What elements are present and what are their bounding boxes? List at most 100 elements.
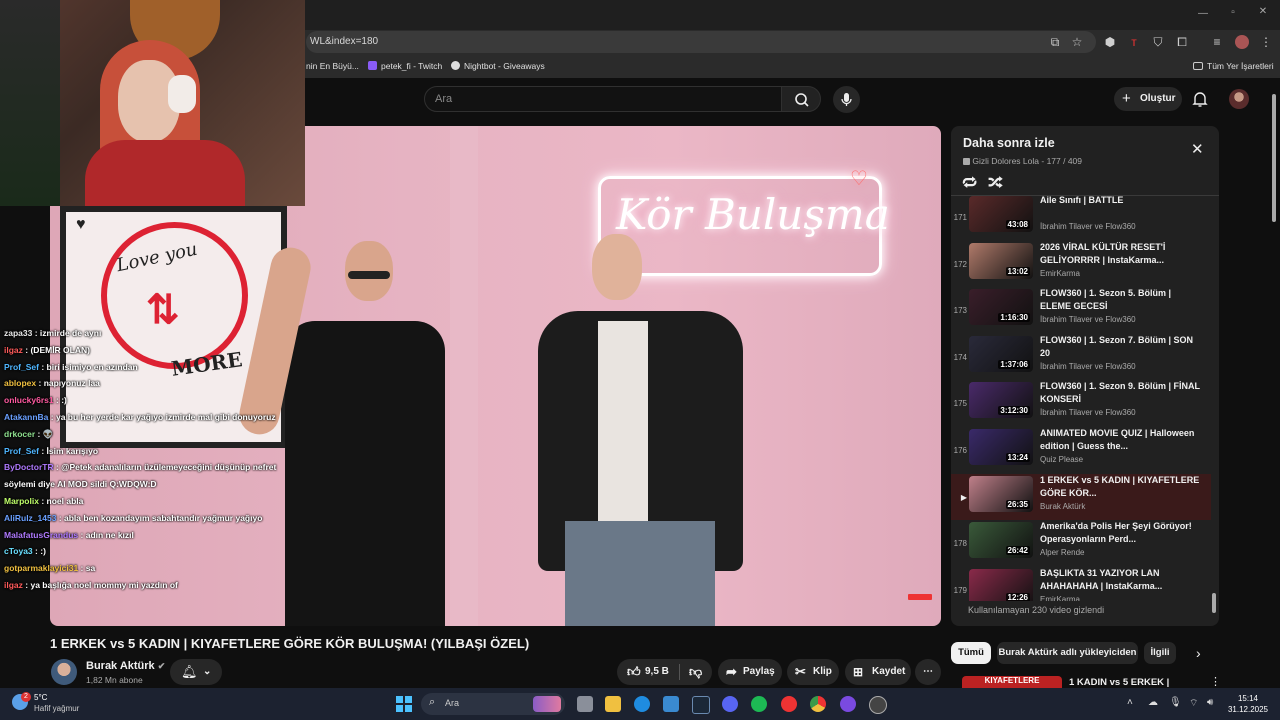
discord-icon[interactable] — [722, 696, 738, 712]
playlist-item-title[interactable]: 2026 VİRAL KÜLTÜR RESET'İ GELİYORRRR | I… — [1040, 241, 1200, 267]
chip-from-uploader[interactable]: Burak Aktürk adlı yükleyiciden — [997, 642, 1138, 664]
bookmark-item-nightbot[interactable]: Nightbot - Giveaways — [451, 61, 545, 71]
playlist-item-title[interactable]: Aile Sınıfı | BATTLE — [1040, 196, 1200, 207]
playlist-item-title[interactable]: FLOW360 | 1. Sezon 7. Bölüm | SON 20 — [1040, 334, 1200, 360]
playlist-thumbnail[interactable]: 13:24 — [969, 429, 1033, 465]
chat-username[interactable]: AliRulz_1453 — [4, 513, 56, 523]
weather-temp[interactable]: 5°C — [34, 693, 47, 702]
clock-time[interactable]: 15:14 — [1229, 694, 1267, 703]
chip-related[interactable]: İlgili — [1144, 642, 1176, 664]
playlist-item-title[interactable]: BAŞLIKTA 31 YAZIYOR LAN AHAHAHAHA | Inst… — [1040, 567, 1200, 593]
maximize-icon[interactable]: ▫ — [1226, 7, 1240, 18]
channel-name[interactable]: Burak Aktürk ✔ — [86, 660, 165, 672]
clip-button[interactable]: ✂ Klip — [787, 659, 839, 685]
chevron-right-icon[interactable]: › — [1196, 645, 1201, 661]
close-window-icon[interactable]: ✕ — [1256, 6, 1270, 17]
playlist-thumbnail[interactable]: 12:26 — [969, 568, 1033, 601]
url-field[interactable]: WL&index=180 — [306, 31, 1096, 53]
loop-icon[interactable]: 🔁︎ — [962, 172, 977, 194]
weather-description[interactable]: Hafif yağmur — [34, 704, 79, 713]
spotify-icon[interactable] — [751, 696, 767, 712]
chat-username[interactable]: ilgaz — [4, 580, 23, 590]
page-scrollbar[interactable] — [1271, 90, 1277, 688]
chat-username[interactable]: AtakannBa — [4, 412, 48, 422]
taskbar-search[interactable]: ⌕ Ara — [421, 693, 565, 715]
playlist-thumbnail[interactable]: 43:08 — [969, 196, 1033, 232]
playlist-thumbnail[interactable]: 26:42 — [969, 522, 1033, 559]
playlist-item-title[interactable]: 1 ERKEK vs 5 KADIN | KIYAFETLERE GÖRE KÖ… — [1040, 474, 1200, 500]
chat-username[interactable]: ablopex — [4, 378, 36, 388]
channel-avatar[interactable] — [51, 659, 77, 685]
extension-guard-icon[interactable]: ⛉ — [1150, 35, 1166, 49]
bookmark-item[interactable]: nin En Büyü... — [306, 61, 359, 71]
chat-username[interactable]: onlucky6rs1 — [4, 395, 54, 405]
playlist-item[interactable]: 173 1:16:30 FLOW360 | 1. Sezon 5. Bölüm | … — [951, 287, 1211, 333]
playlist-thumbnail[interactable]: 1:16:30 — [969, 289, 1033, 326]
chat-username[interactable]: drkocer — [4, 429, 35, 439]
notifications-button[interactable] — [1190, 89, 1210, 109]
playlist-item[interactable]: ▶ 26:35 1 ERKEK vs 5 KADIN | KIYAFETLERE G… — [951, 473, 1211, 520]
extension-red-icon[interactable]: ᴛ — [1126, 35, 1142, 49]
cast-icon[interactable]: ⧉ — [1047, 35, 1063, 49]
chip-all[interactable]: Tümü — [951, 642, 991, 664]
cloud-icon[interactable]: ☁ — [1148, 697, 1158, 708]
volume-icon[interactable]: 🔊︎ — [1207, 697, 1213, 708]
chat-username[interactable]: Prof_Sef — [4, 446, 39, 456]
reading-list-icon[interactable]: ≡ — [1209, 35, 1225, 49]
browser-menu-icon[interactable]: ⋮ — [1258, 35, 1274, 49]
close-playlist-icon[interactable]: ✕ — [1191, 140, 1204, 158]
recommendation-menu-icon[interactable]: ⋮ — [1210, 675, 1221, 688]
tray-chevron-icon[interactable]: ˄ — [1127, 697, 1133, 708]
playlist-item[interactable]: 172 13:02 2026 VİRAL KÜLTÜR RESET'İ GELİYO… — [951, 241, 1211, 287]
extension-shield-icon[interactable]: ⬢ — [1102, 35, 1118, 49]
steam-icon[interactable] — [692, 696, 710, 714]
windows-start-icon[interactable] — [396, 696, 412, 712]
shuffle-icon[interactable]: 🔀︎ — [988, 172, 1003, 194]
minimize-icon[interactable]: — — [1196, 8, 1210, 19]
microphone-tray-icon[interactable]: 🎙︎ — [1169, 697, 1182, 708]
playlist-thumbnail[interactable]: 13:02 — [969, 242, 1033, 279]
recommendation-title[interactable]: 1 KADIN vs 5 ERKEK | — [1069, 677, 1169, 688]
playlist-item-title[interactable]: Amerika'da Polis Her Şeyi Görüyor! Opera… — [1040, 520, 1200, 546]
playlist-item-title[interactable]: FLOW360 | 1. Sezon 5. Bölüm | ELEME GECE… — [1040, 287, 1200, 313]
account-avatar[interactable] — [1229, 89, 1249, 109]
share-button[interactable]: ➦ Paylaş — [718, 659, 782, 685]
like-button[interactable]: 👍︎ 9,5 B — [617, 659, 679, 685]
chat-username[interactable]: MalafatusGrandus — [4, 530, 78, 540]
save-button[interactable]: ⊞ Kaydet — [845, 659, 911, 685]
playlist-thumbnail[interactable]: 26:35 — [969, 475, 1033, 512]
voice-search-button[interactable] — [833, 86, 860, 113]
chat-username[interactable]: Marpolix — [4, 496, 39, 506]
more-actions-button[interactable]: ⋯ — [915, 659, 941, 685]
playlist-thumbnail[interactable]: 3:12:30 — [969, 382, 1033, 419]
playlist-item[interactable]: 178 26:42 Amerika'da Polis Her Şeyi Görüyo… — [951, 520, 1211, 566]
edge-icon[interactable] — [634, 696, 650, 712]
network-icon[interactable]: ⌔ — [1189, 697, 1198, 710]
chat-username[interactable]: zapa33 — [4, 328, 32, 338]
chat-username[interactable]: ilgaz — [4, 345, 23, 355]
playlist-scrollbar[interactable] — [1212, 198, 1216, 613]
playlist-title[interactable]: Daha sonra izle — [963, 136, 1055, 150]
playlist-scroll-thumb[interactable] — [1212, 593, 1216, 613]
page-scroll-thumb[interactable] — [1272, 94, 1276, 222]
chat-username[interactable]: ByDoctorTR — [4, 462, 54, 472]
chat-username[interactable]: Prof_Sef — [4, 362, 39, 372]
chat-username[interactable]: cToya3 — [4, 546, 33, 556]
obs-icon[interactable] — [869, 696, 887, 714]
recommendation-thumbnail[interactable]: KIYAFETLERE — [962, 676, 1062, 688]
chat-username[interactable]: gotparmaklayici31 — [4, 563, 78, 573]
red-app-icon[interactable] — [781, 696, 797, 712]
dislike-button[interactable]: 👎︎ — [683, 659, 711, 685]
playlist-item[interactable]: 176 13:24 ANIMATED MOVIE QUIZ | Halloween … — [951, 427, 1211, 473]
playlist-item[interactable]: 175 3:12:30 FLOW360 | 1. Sezon 9. Bölüm | … — [951, 380, 1211, 426]
playlist-thumbnail[interactable]: 1:37:06 — [969, 335, 1033, 372]
playlist-item[interactable]: 179 12:26 BAŞLIKTA 31 YAZIYOR LAN AHAHAHAH… — [951, 567, 1211, 601]
chrome-icon[interactable] — [810, 696, 826, 712]
subscribed-button[interactable]: 🔔︎ ⌄ — [170, 659, 222, 685]
purple-app-icon[interactable] — [840, 696, 856, 712]
playlist-item[interactable]: 171 43:08 Aile Sınıfı | BATTLE İbrahim Tila… — [951, 196, 1211, 240]
store-icon[interactable] — [663, 696, 679, 712]
search-input[interactable]: Ara — [424, 86, 782, 112]
playlist-item-title[interactable]: FLOW360 | 1. Sezon 9. Bölüm | FİNAL KONS… — [1040, 380, 1200, 406]
playlist-item-title[interactable]: ANIMATED MOVIE QUIZ | Halloween edition … — [1040, 427, 1200, 453]
